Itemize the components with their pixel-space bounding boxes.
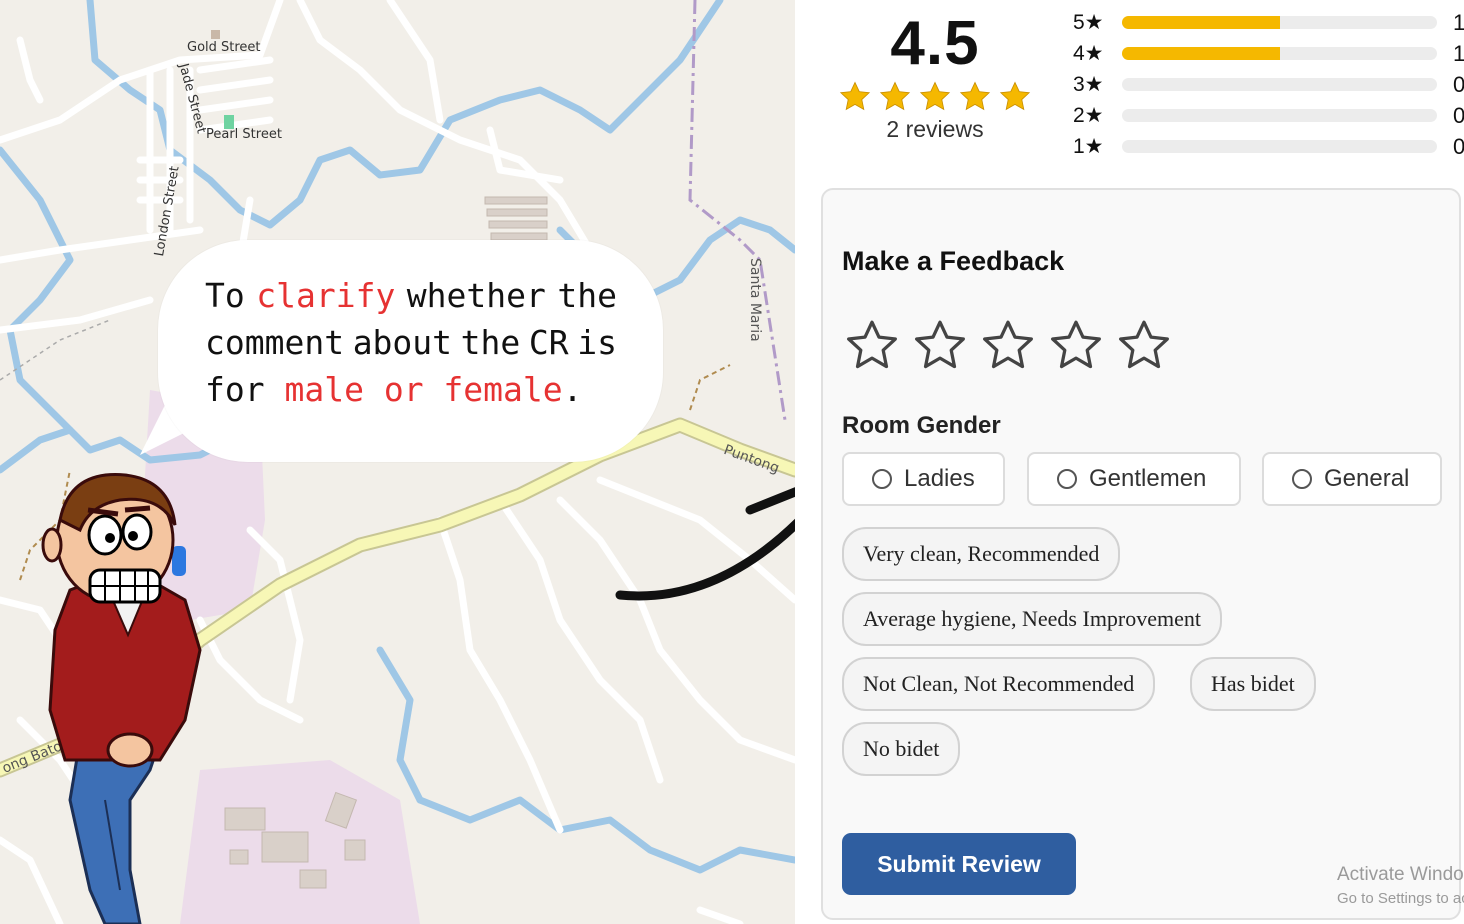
rating-row-label: 1★ [1073, 135, 1104, 158]
bubble-word: CR [528, 323, 569, 362]
watermark-line-1: Activate Windo [1337, 864, 1464, 885]
tag-not-clean[interactable]: Not Clean, Not Recommended [842, 657, 1156, 711]
gender-option-label: Ladies [904, 465, 975, 492]
rating-bar-fill [1122, 47, 1280, 60]
average-rating: 4.5 [890, 9, 980, 78]
review-panel: 4.5 2 reviews 5★ 1 4★ 1 3★ 0 2★ 0 1★ 0 M… [795, 0, 1464, 924]
star-outline-icon-3[interactable] [979, 318, 1037, 374]
rating-row-5: 5★ 1 [1073, 8, 1464, 39]
room-gender-label: Room Gender [842, 412, 1001, 439]
rating-row-2: 2★ 0 [1073, 101, 1464, 132]
star-rating-input [843, 318, 1173, 374]
bubble-word-highlight: clarify [256, 276, 396, 315]
star-filled-icon [839, 81, 871, 111]
road-label-santa-maria: Santa Maria [747, 258, 763, 342]
feedback-title: Make a Feedback [842, 246, 1065, 276]
tag-average-hygiene[interactable]: Average hygiene, Needs Improvement [842, 592, 1223, 646]
street-label-gold: Gold Street [187, 40, 261, 55]
submit-review-button[interactable]: Submit Review [842, 833, 1076, 895]
bubble-word: the [460, 323, 521, 362]
star-filled-icon [879, 81, 911, 111]
radio-icon[interactable] [872, 469, 892, 489]
rating-row-3: 3★ 0 [1073, 70, 1464, 101]
rating-row-count: 1 [1453, 10, 1464, 35]
bubble-word: about [352, 323, 453, 362]
bubble-word: comment [205, 323, 345, 362]
feedback-form: Make a Feedback Room Gender Ladies Gentl… [821, 188, 1461, 920]
bubble-word: for [205, 370, 285, 409]
map-view[interactable]: Gold Street Jade Street Pearl Street Lon… [0, 0, 795, 924]
bubble-line-3: for male or female. [205, 366, 617, 413]
rating-row-label: 3★ [1073, 73, 1104, 96]
average-stars [835, 80, 1035, 114]
rating-bar-track [1122, 47, 1437, 60]
gender-option-ladies[interactable]: Ladies [842, 452, 1005, 506]
star-outline-icon-2[interactable] [911, 318, 969, 374]
street-label-pearl: Pearl Street [206, 127, 282, 142]
rating-row-label: 4★ [1073, 42, 1104, 65]
rating-distribution: 5★ 1 4★ 1 3★ 0 2★ 0 1★ 0 [1073, 8, 1464, 163]
bubble-line-2: comment about the CR is [205, 319, 617, 366]
tag-very-clean[interactable]: Very clean, Recommended [842, 527, 1121, 581]
rating-row-count: 0 [1453, 103, 1464, 128]
rating-row-label: 5★ [1073, 11, 1104, 34]
gender-option-general[interactable]: General [1262, 452, 1442, 506]
rating-row-count: 0 [1453, 72, 1464, 97]
gender-option-gentlemen[interactable]: Gentlemen [1027, 452, 1241, 506]
star-outline-icon-1[interactable] [843, 318, 901, 374]
rating-bar-track [1122, 16, 1437, 29]
bubble-word: To [205, 276, 245, 315]
radio-icon[interactable] [1057, 469, 1077, 489]
tag-has-bidet[interactable]: Has bidet [1190, 657, 1316, 711]
bubble-word: is [577, 323, 617, 362]
bubble-word-highlight: male or female [284, 370, 563, 409]
bubble-word: the [557, 276, 617, 315]
rating-bar-fill [1122, 16, 1280, 29]
rating-row-1: 1★ 0 [1073, 132, 1464, 163]
gender-option-label: Gentlemen [1089, 465, 1207, 492]
bubble-word: . [562, 370, 583, 409]
worried-man-cartoon [41, 473, 202, 924]
star-filled-icon [919, 81, 951, 111]
star-outline-icon-5[interactable] [1115, 318, 1173, 374]
activate-windows-watermark: Activate Windo Go to Settings to ac [1337, 864, 1464, 907]
rating-bar-track [1122, 140, 1437, 153]
speech-bubble-text: To clarify whether the comment about the… [205, 272, 617, 413]
star-filled-icon [999, 81, 1031, 111]
rating-row-4: 4★ 1 [1073, 39, 1464, 70]
rating-summary: 4.5 2 reviews [835, 6, 1035, 143]
star-filled-icon [959, 81, 991, 111]
rating-bar-track [1122, 78, 1437, 91]
star-outline-icon-4[interactable] [1047, 318, 1105, 374]
tag-no-bidet[interactable]: No bidet [842, 722, 961, 776]
rating-row-count: 0 [1453, 134, 1464, 159]
review-count: 2 reviews [886, 116, 984, 142]
radio-icon[interactable] [1292, 469, 1312, 489]
bubble-line-1: To clarify whether the [205, 272, 617, 319]
rating-bar-track [1122, 109, 1437, 122]
watermark-line-2: Go to Settings to ac [1337, 890, 1464, 907]
rating-row-count: 1 [1453, 41, 1464, 66]
pointer-arrow-icon [615, 487, 795, 601]
bubble-word: whether [406, 276, 546, 315]
rating-row-label: 2★ [1073, 104, 1104, 127]
gender-option-label: General [1324, 465, 1410, 492]
